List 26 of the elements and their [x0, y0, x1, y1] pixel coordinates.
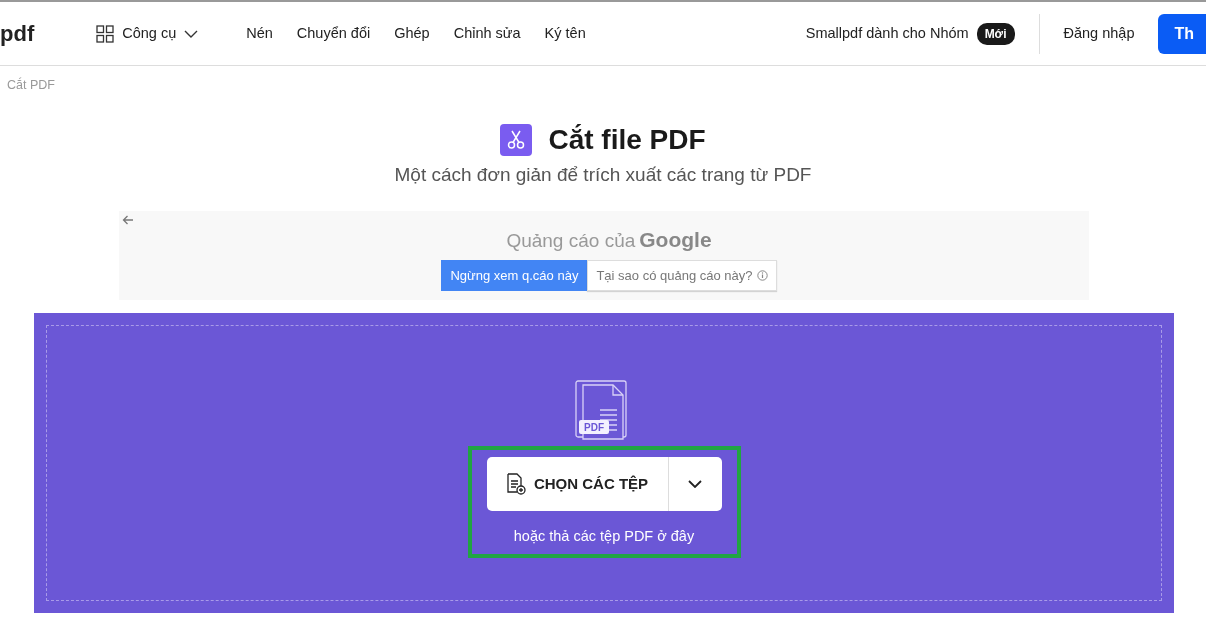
info-icon — [756, 270, 768, 281]
nav-link[interactable]: Chỉnh sửa — [453, 22, 521, 45]
stop-ad-button[interactable]: Ngừng xem q.cáo này — [441, 259, 588, 292]
page-title: Cắt file PDF — [548, 122, 706, 157]
new-badge: Mới — [976, 22, 1015, 45]
chevron-down-icon — [688, 480, 702, 489]
nav-link[interactable]: Chuyển đổi — [296, 22, 371, 45]
scissors-icon — [500, 123, 533, 156]
back-arrow-icon[interactable] — [122, 215, 134, 226]
page-subtitle: Một cách đơn giản để trích xuất các trang từ PDF — [394, 163, 812, 185]
grid-icon — [96, 24, 115, 43]
nav-link[interactable]: Ghép — [394, 22, 430, 45]
login-link[interactable]: Đăng nhập — [1063, 22, 1135, 45]
chevron-down-icon — [184, 29, 199, 38]
signup-button[interactable]: Th — [1158, 13, 1206, 54]
nav-link[interactable]: Nén — [246, 22, 273, 45]
drop-hint: hoặc thả các tệp PDF ở đây — [513, 527, 695, 547]
ad-brand: Google — [639, 227, 712, 254]
add-file-icon — [505, 473, 526, 496]
drop-zone[interactable]: PDF CHỌN CÁC TỆP hoặc thả các tệp PDF ở đây — [34, 313, 1174, 614]
logo[interactable]: pdf — [0, 17, 35, 50]
tools-menu[interactable]: Công cụ — [96, 22, 199, 45]
teams-link[interactable]: Smallpdf dành cho Nhóm — [805, 22, 969, 45]
why-ad-button[interactable]: Tại sao có quảng cáo này? — [587, 259, 777, 292]
nav-link[interactable]: Ký tên — [544, 22, 586, 45]
ad-label: Quảng cáo của — [506, 229, 636, 254]
